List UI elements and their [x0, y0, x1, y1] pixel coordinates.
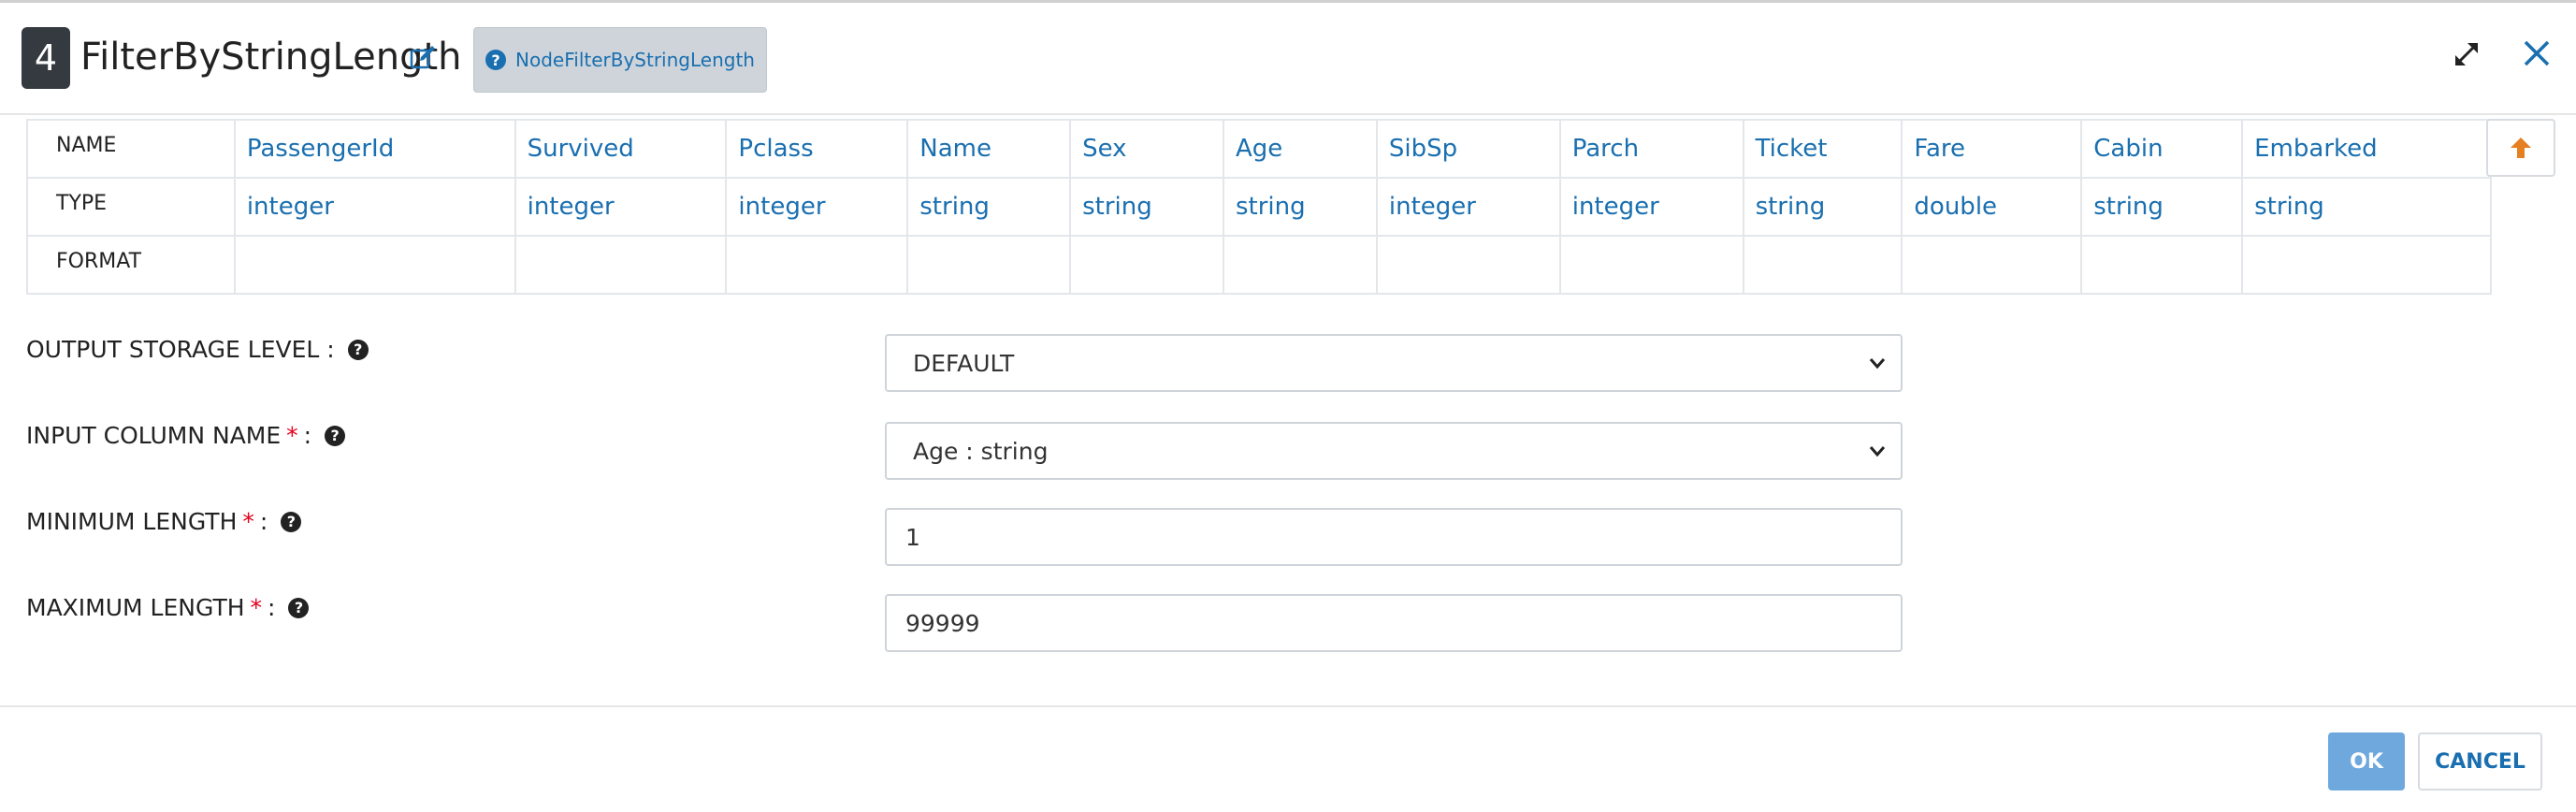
- schema-cell: integer: [725, 177, 909, 237]
- schema-cell: Survived: [514, 119, 728, 179]
- close-icon[interactable]: [2520, 36, 2554, 70]
- schema-cell: [1901, 235, 2083, 295]
- node-help-button-label: NodeFilterByStringLength: [515, 49, 755, 71]
- schema-cell: [2080, 235, 2244, 295]
- schema-cell: [1223, 235, 1378, 295]
- schema-cell: [1069, 235, 1224, 295]
- schema-cell: string: [1223, 177, 1378, 237]
- schema-cell: string: [2241, 177, 2492, 237]
- schema-cell: Ticket: [1742, 119, 1903, 179]
- edit-icon[interactable]: [409, 44, 437, 72]
- schema-cell: Name: [906, 119, 1072, 179]
- cancel-button[interactable]: CANCEL: [2418, 732, 2542, 790]
- dialog-header: 4 FilterByStringLength ? NodeFilterByStr…: [0, 3, 2576, 115]
- schema-cell: SibSp: [1375, 119, 1561, 179]
- step-number-badge: 4: [22, 27, 70, 89]
- chevron-down-icon: [1869, 358, 1886, 370]
- label-colon: :: [259, 508, 268, 535]
- footer-divider: [0, 705, 2576, 707]
- output-storage-level-value: DEFAULT: [913, 349, 1015, 377]
- minimum-length-input[interactable]: 1: [885, 508, 1903, 566]
- output-storage-level-label: OUTPUT STORAGE LEVEL : ?: [26, 336, 369, 363]
- schema-cell: Age: [1223, 119, 1378, 179]
- minimum-length-label: MINIMUM LENGTH * : ?: [26, 508, 302, 535]
- help-icon[interactable]: ?: [288, 597, 310, 618]
- row-label-format: FORMAT: [26, 235, 236, 295]
- maximum-length-input[interactable]: 99999: [885, 594, 1903, 652]
- maximum-length-label-text: MAXIMUM LENGTH: [26, 594, 245, 621]
- scroll-up-button[interactable]: [2486, 119, 2555, 177]
- schema-cell: [514, 235, 728, 295]
- minimum-length-value: 1: [905, 523, 920, 551]
- expand-icon[interactable]: [2453, 40, 2481, 68]
- required-asterisk: *: [250, 594, 263, 621]
- schema-cell: integer: [233, 177, 516, 237]
- schema-cell: string: [906, 177, 1072, 237]
- schema-cell: [1375, 235, 1561, 295]
- schema-format-row: FORMAT: [26, 235, 2492, 295]
- schema-cell: Cabin: [2080, 119, 2244, 179]
- schema-cell: integer: [514, 177, 728, 237]
- row-label-name: NAME: [26, 119, 236, 179]
- input-column-name-select[interactable]: Age : string: [885, 422, 1903, 480]
- output-storage-level-select[interactable]: DEFAULT: [885, 334, 1903, 392]
- schema-cell: PassengerId: [233, 119, 516, 179]
- arrow-up-icon: [2511, 138, 2531, 158]
- schema-cell: Parch: [1558, 119, 1744, 179]
- schema-cell: integer: [1558, 177, 1744, 237]
- schema-cell: [906, 235, 1072, 295]
- help-icon[interactable]: ?: [347, 339, 369, 360]
- schema-cell: [2241, 235, 2492, 295]
- maximum-length-value: 99999: [905, 609, 980, 637]
- schema-cell: [1742, 235, 1903, 295]
- help-circle-icon: ?: [485, 50, 507, 70]
- schema-cell: string: [1069, 177, 1224, 237]
- output-storage-level-label-text: OUTPUT STORAGE LEVEL :: [26, 336, 335, 363]
- schema-type-row: TYPE integer integer integer string stri…: [26, 177, 2492, 237]
- row-label-type: TYPE: [26, 177, 236, 237]
- schema-cell: Sex: [1069, 119, 1224, 179]
- schema-cell: [233, 235, 516, 295]
- input-column-name-label: INPUT COLUMN NAME * : ?: [26, 422, 346, 449]
- ok-button[interactable]: OK: [2328, 732, 2405, 790]
- schema-cell: Fare: [1901, 119, 2083, 179]
- node-help-button[interactable]: ? NodeFilterByStringLength: [473, 27, 767, 93]
- schema-cell: string: [1742, 177, 1903, 237]
- required-asterisk: *: [242, 508, 254, 535]
- schema-cell: [725, 235, 909, 295]
- minimum-length-label-text: MINIMUM LENGTH: [26, 508, 238, 535]
- dialog-title: FilterByStringLength: [80, 36, 462, 79]
- schema-cell: double: [1901, 177, 2083, 237]
- input-column-name-label-text: INPUT COLUMN NAME: [26, 422, 282, 449]
- help-icon[interactable]: ?: [325, 425, 346, 446]
- required-asterisk: *: [286, 422, 298, 449]
- schema-cell: string: [2080, 177, 2244, 237]
- schema-name-row: NAME PassengerId Survived Pclass Name Se…: [26, 119, 2492, 179]
- schema-cell: Pclass: [725, 119, 909, 179]
- chevron-down-icon: [1869, 446, 1886, 457]
- schema-table: NAME PassengerId Survived Pclass Name Se…: [26, 119, 2492, 295]
- help-icon[interactable]: ?: [281, 511, 302, 532]
- maximum-length-label: MAXIMUM LENGTH * : ?: [26, 594, 310, 621]
- schema-cell: [1558, 235, 1744, 295]
- input-column-name-value: Age : string: [913, 437, 1049, 465]
- schema-cell: Embarked: [2241, 119, 2492, 179]
- schema-cell: integer: [1375, 177, 1561, 237]
- label-colon: :: [268, 594, 276, 621]
- label-colon: :: [303, 422, 312, 449]
